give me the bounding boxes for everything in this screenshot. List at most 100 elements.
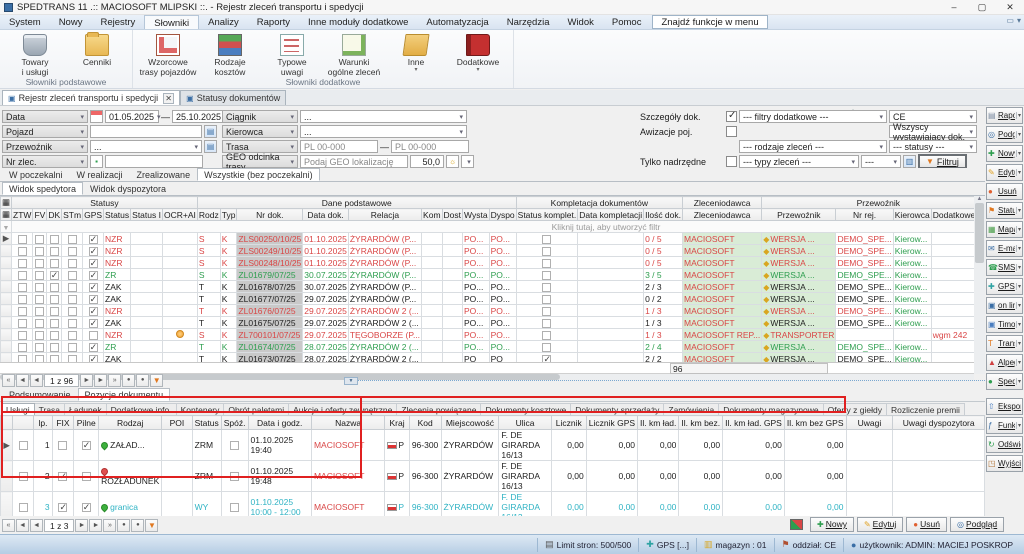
- panel-splitter[interactable]: ▼: [344, 380, 985, 385]
- column-header-status[interactable]: Status: [104, 209, 131, 221]
- chevron-down-icon[interactable]: ▾: [1016, 378, 1021, 385]
- bottom-tab-pozycje-dokumentu[interactable]: Pozycje dokumentu: [78, 388, 171, 401]
- filter-kierowca-label[interactable]: Kierowca▾: [222, 125, 298, 138]
- column-header-miejscowość[interactable]: Miejscowość: [441, 416, 499, 430]
- filter-geo-radius[interactable]: 50,0: [410, 155, 444, 168]
- ztw-checkbox[interactable]: [18, 355, 27, 363]
- ztw-checkbox[interactable]: [18, 271, 27, 280]
- stm-checkbox[interactable]: [68, 343, 77, 352]
- column-header-nr-rej-[interactable]: Nr rej.: [836, 209, 893, 221]
- menu-item-narz-dzia[interactable]: Narzędzia: [498, 15, 559, 29]
- detail-tab-trasa[interactable]: Trasa: [35, 403, 65, 415]
- menu-item-rejestry[interactable]: Rejestry: [91, 15, 144, 29]
- column-header-data-dok-[interactable]: Data dok.: [303, 209, 349, 221]
- column-group-kompletacja-dokumentów[interactable]: Kompletacja dokumentów: [516, 197, 682, 209]
- prev-group-button[interactable]: ◄: [16, 374, 29, 387]
- stm-checkbox[interactable]: [68, 295, 77, 304]
- sms-button[interactable]: ☎SMS▾: [986, 259, 1023, 276]
- gps-checkbox[interactable]: [89, 307, 98, 316]
- column-header-typ[interactable]: Typ: [220, 209, 237, 221]
- column-header-fix[interactable]: FIX: [52, 416, 74, 430]
- chevron-down-icon[interactable]: ▾: [1016, 150, 1021, 157]
- menu-item-widok[interactable]: Widok: [558, 15, 602, 29]
- chevron-down-icon[interactable]: ▾: [1016, 169, 1021, 176]
- column-header-gps[interactable]: GPS: [83, 209, 104, 221]
- usuń-button[interactable]: ●Usuń: [986, 183, 1023, 200]
- table-row[interactable]: ZRSKZL01679/07/2530.07.2025ŻYRARDÓW (P..…: [1, 269, 975, 281]
- position-row[interactable]: ▶1ZAŁAD...ZRM01.10.2025 19:40MACIOSOFTP9…: [1, 430, 985, 461]
- table-row[interactable]: ZAKTKZL01678/07/2530.07.2025ŻYRARDÓW (P.…: [1, 281, 975, 293]
- chevron-down-icon[interactable]: ▾: [1016, 359, 1021, 366]
- chevron-down-icon[interactable]: ▾: [1017, 16, 1021, 25]
- column-header-ulica[interactable]: Ulica: [499, 416, 551, 430]
- stm-checkbox[interactable]: [68, 307, 77, 316]
- ribbon-button-typowe[interactable]: Typowe uwagi: [263, 33, 321, 77]
- spedimo-button[interactable]: ●Spedimo▾: [986, 373, 1023, 390]
- bulb-icon[interactable]: ☼: [446, 155, 459, 168]
- column-header-status[interactable]: Status: [192, 416, 221, 430]
- ztw-checkbox[interactable]: [18, 283, 27, 292]
- fv-checkbox[interactable]: [35, 283, 44, 292]
- dk-checkbox[interactable]: [50, 307, 59, 316]
- vertical-scrollbar[interactable]: ▲: [974, 196, 985, 374]
- kompl-checkbox[interactable]: [542, 259, 551, 268]
- ribbon-button-rodzaje[interactable]: Rodzaje kosztów: [201, 33, 259, 77]
- column-header-il.-km-bez-gps[interactable]: Il. km bez GPS: [784, 416, 846, 430]
- alpega-button[interactable]: ▲Alpega▾: [986, 354, 1023, 371]
- ribbon-button-cenniki[interactable]: Cenniki: [68, 33, 126, 77]
- row-checkbox[interactable]: [19, 472, 28, 481]
- maximize-button[interactable]: ▢: [968, 0, 996, 14]
- table-row[interactable]: NZRSKZL700101/07/2529.07.2025TĘGOBORZE (…: [1, 329, 975, 341]
- detail-tab-usługi[interactable]: Usługi: [1, 403, 35, 415]
- ribbon-button-inne[interactable]: Inne▾: [387, 33, 445, 77]
- status-button[interactable]: ⚑Status▾: [986, 202, 1023, 219]
- ztw-checkbox[interactable]: [18, 307, 27, 316]
- next-group-button[interactable]: ►: [89, 519, 102, 532]
- gps-checkbox[interactable]: [89, 343, 98, 352]
- ztw-checkbox[interactable]: [18, 343, 27, 352]
- column-header-ilość-dok-[interactable]: Ilość dok.: [644, 209, 683, 221]
- close-tab-icon[interactable]: ✕: [163, 93, 174, 104]
- column-group-przewoźnik[interactable]: Przewoźnik: [762, 197, 974, 209]
- pager-extra-button[interactable]: ●: [136, 374, 149, 387]
- column-header-ztw[interactable]: ZTW: [12, 209, 33, 221]
- pilne-checkbox[interactable]: [82, 472, 91, 481]
- menu-item-inne-modu-y-dodatkowe[interactable]: Inne moduły dodatkowe: [299, 15, 417, 29]
- grid-filter-row[interactable]: ▼Kliknij tutaj, aby utworzyć filtr: [1, 221, 975, 233]
- first-page-button[interactable]: «: [2, 519, 15, 532]
- pager-extra-button[interactable]: ●: [122, 374, 135, 387]
- fv-checkbox[interactable]: [35, 295, 44, 304]
- wystawiajacy-combo[interactable]: Wszyscy wystawiający dok.▾: [889, 125, 977, 138]
- detail-tab-dodatkowe-info-[interactable]: Dodatkowe info.: [107, 403, 177, 415]
- filter-przewoznik-label[interactable]: Przewoźnik▾: [2, 140, 88, 153]
- chevron-down-icon[interactable]: ▾: [1016, 321, 1021, 328]
- gps-checkbox[interactable]: [89, 235, 98, 244]
- usuń-button[interactable]: ●Usuń: [906, 517, 947, 532]
- menu-item-nowy[interactable]: Nowy: [50, 15, 92, 29]
- gps-checkbox[interactable]: [89, 283, 98, 292]
- detail-tab-aukcje-i-oferty-zewnętrzne[interactable]: Aukcje i oferty zewnętrzne: [289, 403, 397, 415]
- stm-checkbox[interactable]: [68, 271, 77, 280]
- fv-checkbox[interactable]: [35, 271, 44, 280]
- column-header-nr-dok-[interactable]: Nr dok.: [237, 209, 303, 221]
- ribbon-options-icon[interactable]: ▭: [1006, 16, 1014, 25]
- nadrzedne-checkbox[interactable]: [726, 156, 737, 167]
- column-header-pilne[interactable]: Pilne: [74, 416, 99, 430]
- table-row[interactable]: NZRTKZL01676/07/2529.07.2025ŻYRARDÓW 2 (…: [1, 305, 975, 317]
- fv-checkbox[interactable]: [35, 343, 44, 352]
- stm-checkbox[interactable]: [68, 283, 77, 292]
- ribbon-button-wzorcowe[interactable]: Wzorcowe trasy pojazdów: [139, 33, 197, 77]
- column-header-licznik-gps[interactable]: Licznik GPS: [586, 416, 637, 430]
- detail-tab-ładunek[interactable]: Ładunek: [65, 403, 107, 415]
- column-header-uwagi[interactable]: Uwagi: [846, 416, 893, 430]
- kompl-checkbox[interactable]: [542, 295, 551, 304]
- menu-item-pomoc[interactable]: Pomoc: [603, 15, 651, 29]
- last-page-button[interactable]: »: [108, 374, 121, 387]
- eksport-button[interactable]: ⇧Eksport: [986, 398, 1023, 415]
- filter-geo-input[interactable]: Podaj GEO lokalizację: [300, 155, 408, 168]
- column-header-data-i-godz.[interactable]: Data i godz.: [248, 416, 311, 430]
- column-header-data-kompletacji[interactable]: Data kompletacji: [578, 209, 644, 221]
- chevron-down-icon[interactable]: ▾: [1016, 340, 1021, 347]
- filter-kierowca-combo[interactable]: ...▾: [300, 125, 467, 138]
- menu-item-automatyzacja[interactable]: Automatyzacja: [417, 15, 497, 29]
